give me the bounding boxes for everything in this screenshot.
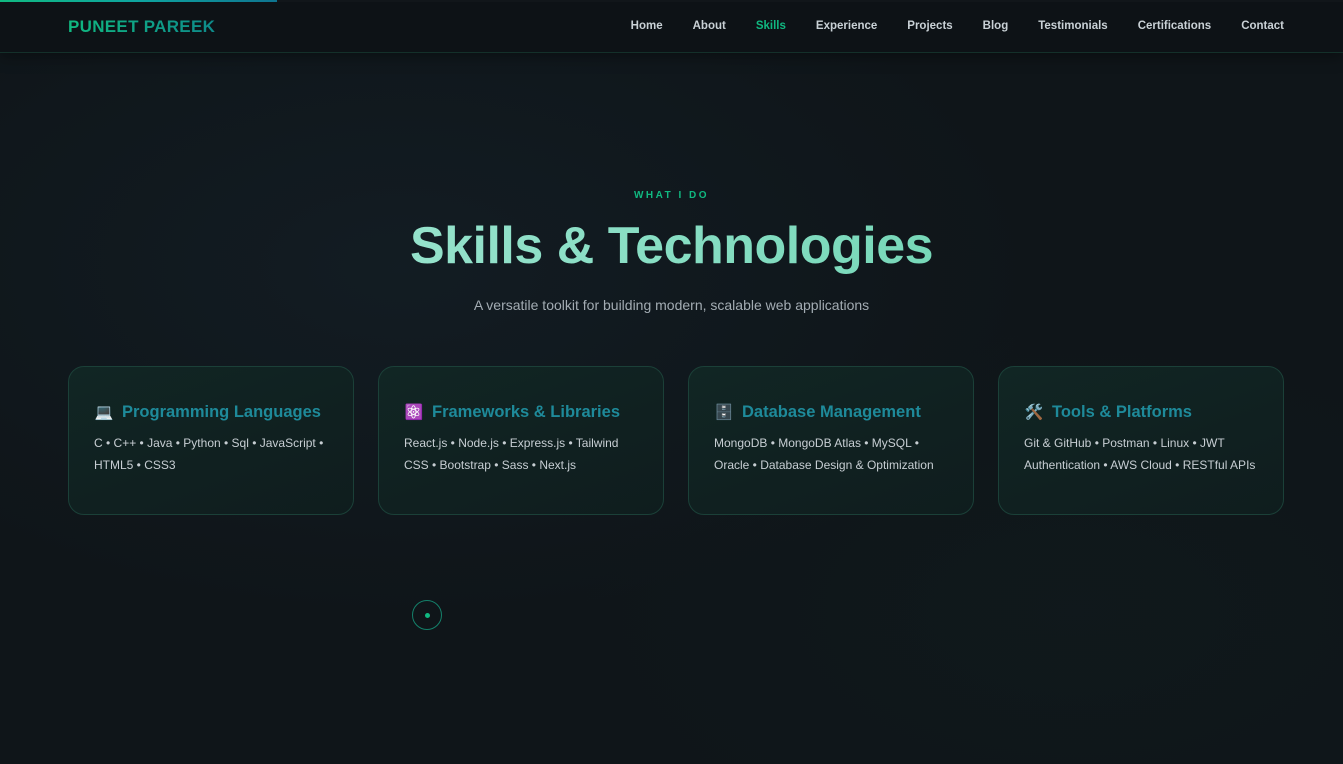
nav-contact[interactable]: Contact xyxy=(1241,20,1284,32)
section-subtitle: A versatile toolkit for building modern,… xyxy=(473,297,870,313)
skill-card-tools-platforms[interactable]: 🛠️ Tools & Platforms Git & GitHub • Post… xyxy=(998,366,1284,515)
skills-section: WHAT I DO Skills & Technologies A versat… xyxy=(0,53,1343,764)
nav-about[interactable]: About xyxy=(693,20,726,32)
card-skill-list: Git & GitHub • Postman • Linux • JWT Aut… xyxy=(1024,436,1256,472)
nav-blog[interactable]: Blog xyxy=(983,20,1009,32)
tools-icon: 🛠️ xyxy=(1024,403,1044,421)
section-title: Skills & Technologies xyxy=(0,216,1343,276)
card-header: ⚛️ Frameworks & Libraries xyxy=(404,401,639,423)
card-title: Database Management xyxy=(742,402,921,421)
nav-projects[interactable]: Projects xyxy=(907,20,952,32)
nav-experience[interactable]: Experience xyxy=(816,20,877,32)
skill-card-frameworks-libraries[interactable]: ⚛️ Frameworks & Libraries React.js • Nod… xyxy=(378,366,664,515)
main-nav: Home About Skills Experience Projects Bl… xyxy=(631,20,1284,32)
card-skill-list: C • C++ • Java • Python • Sql • JavaScri… xyxy=(94,436,324,472)
card-title: Tools & Platforms xyxy=(1052,402,1192,421)
card-title: Frameworks & Libraries xyxy=(432,402,620,421)
skill-card-programming-languages[interactable]: 💻 Programming Languages C • C++ • Java •… xyxy=(68,366,354,515)
atom-icon: ⚛️ xyxy=(404,403,424,421)
card-header: 🛠️ Tools & Platforms xyxy=(1024,401,1259,423)
site-header: PUNEET PAREEK Home About Skills Experien… xyxy=(0,0,1343,53)
laptop-icon: 💻 xyxy=(94,403,114,421)
card-skill-list: MongoDB • MongoDB Atlas • MySQL • Oracle… xyxy=(714,436,934,472)
scroll-progress-bar xyxy=(0,0,1343,2)
nav-testimonials[interactable]: Testimonials xyxy=(1038,20,1107,32)
card-header: 🗄️ Database Management xyxy=(714,401,949,423)
scroll-progress-fill xyxy=(0,0,277,2)
section-eyebrow: WHAT I DO xyxy=(633,190,710,201)
nav-certifications[interactable]: Certifications xyxy=(1138,20,1212,32)
scroll-indicator-dot[interactable] xyxy=(412,600,442,630)
site-logo[interactable]: PUNEET PAREEK xyxy=(68,17,215,37)
nav-home[interactable]: Home xyxy=(631,20,663,32)
skills-card-grid: 💻 Programming Languages C • C++ • Java •… xyxy=(68,366,1284,515)
card-skill-list: React.js • Node.js • Express.js • Tailwi… xyxy=(404,436,619,472)
skill-card-database-management[interactable]: 🗄️ Database Management MongoDB • MongoDB… xyxy=(688,366,974,515)
card-header: 💻 Programming Languages xyxy=(94,401,329,423)
nav-skills[interactable]: Skills xyxy=(756,20,786,32)
database-icon: 🗄️ xyxy=(714,403,734,421)
card-title: Programming Languages xyxy=(122,402,321,421)
